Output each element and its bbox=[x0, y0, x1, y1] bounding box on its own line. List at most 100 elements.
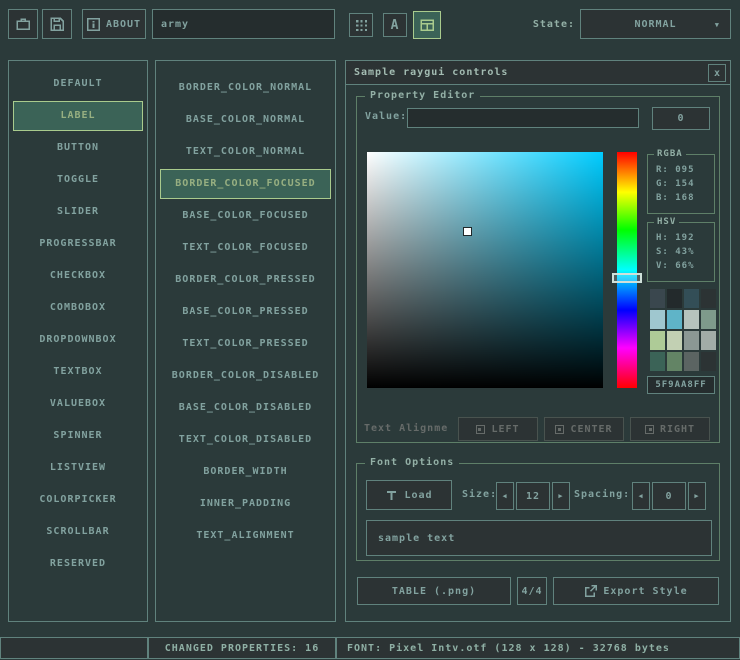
controls-list-item[interactable]: BUTTON bbox=[13, 133, 143, 163]
hex-value-box[interactable]: 5F9AA8FF bbox=[647, 376, 715, 394]
controls-list-item[interactable]: DEFAULT bbox=[13, 69, 143, 99]
properties-list-item[interactable]: TEXT_COLOR_DISABLED bbox=[160, 425, 331, 455]
text-alignment-label: Text Alignme bbox=[364, 423, 448, 434]
palette-swatch[interactable] bbox=[701, 310, 716, 329]
sample-controls-window: Sample raygui controls x Property Editor… bbox=[345, 60, 731, 622]
hex-value-text: 5F9AA8FF bbox=[655, 380, 706, 390]
arrow-left-icon: ◀ bbox=[502, 493, 507, 500]
palette-swatch[interactable] bbox=[667, 310, 682, 329]
properties-list-item[interactable]: BASE_COLOR_NORMAL bbox=[160, 105, 331, 135]
controls-list-item[interactable]: TOGGLE bbox=[13, 165, 143, 195]
align-center-icon bbox=[555, 425, 564, 434]
icons-grid-button[interactable] bbox=[349, 13, 373, 37]
sample-text-box[interactable]: sample text bbox=[366, 520, 712, 556]
palette-swatch[interactable] bbox=[701, 352, 716, 371]
rguistyler-app: { "toolbar": { "about_label": "ABOUT", "… bbox=[0, 0, 740, 660]
controls-list-item[interactable]: DROPDOWNBOX bbox=[13, 325, 143, 355]
spacing-increment-button[interactable]: ▶ bbox=[688, 482, 706, 510]
state-dropdown[interactable]: NORMAL ▼ bbox=[580, 9, 731, 39]
properties-list-item[interactable]: TEXT_COLOR_PRESSED bbox=[160, 329, 331, 359]
hue-cursor[interactable] bbox=[612, 273, 642, 283]
state-label: State: bbox=[505, 19, 575, 30]
controls-list-item[interactable]: TEXTBOX bbox=[13, 357, 143, 387]
font-info-text: FONT: Pixel Intv.otf (128 x 128) - 32768… bbox=[347, 643, 670, 654]
controls-list-item[interactable]: COLORPICKER bbox=[13, 485, 143, 515]
controls-list-item[interactable]: LISTVIEW bbox=[13, 453, 143, 483]
controls-list-item[interactable]: CHECKBOX bbox=[13, 261, 143, 291]
palette-swatch[interactable] bbox=[701, 289, 716, 308]
window-titlebar[interactable]: Sample raygui controls bbox=[346, 61, 730, 85]
about-button-label: ABOUT bbox=[106, 19, 141, 30]
properties-list-item[interactable]: INNER_PADDING bbox=[160, 489, 331, 519]
hue-slider[interactable] bbox=[617, 152, 637, 388]
value-box[interactable]: 0 bbox=[652, 107, 710, 130]
palette-swatch[interactable] bbox=[684, 352, 699, 371]
controls-list-item[interactable]: SPINNER bbox=[13, 421, 143, 451]
export-icon bbox=[584, 585, 597, 598]
properties-list-item[interactable]: BASE_COLOR_FOCUSED bbox=[160, 201, 331, 231]
properties-list-item[interactable]: BORDER_COLOR_PRESSED bbox=[160, 265, 331, 295]
sv-cursor[interactable] bbox=[463, 227, 472, 236]
rgba-r-value: R: 095 bbox=[648, 163, 714, 177]
palette-swatch[interactable] bbox=[684, 289, 699, 308]
palette-swatch[interactable] bbox=[667, 331, 682, 350]
rgba-title: RGBA bbox=[654, 149, 686, 159]
controls-list-item[interactable]: SCROLLBAR bbox=[13, 517, 143, 547]
palette-swatch[interactable] bbox=[650, 310, 665, 329]
properties-list-item[interactable]: BASE_COLOR_PRESSED bbox=[160, 297, 331, 327]
align-left-button[interactable]: LEFT bbox=[458, 417, 538, 441]
properties-list-item[interactable]: BORDER_COLOR_DISABLED bbox=[160, 361, 331, 391]
chevron-down-icon: ▼ bbox=[715, 21, 720, 29]
properties-list-item[interactable]: TEXT_ALIGNMENT bbox=[160, 521, 331, 551]
controls-list-item[interactable]: PROGRESSBAR bbox=[13, 229, 143, 259]
export-style-button[interactable]: Export Style bbox=[553, 577, 719, 605]
properties-list-item[interactable]: BORDER_WIDTH bbox=[160, 457, 331, 487]
palette-swatch[interactable] bbox=[650, 331, 665, 350]
spacing-value-box[interactable]: 0 bbox=[652, 482, 686, 510]
properties-list-item[interactable]: TEXT_COLOR_FOCUSED bbox=[160, 233, 331, 263]
palette-swatch[interactable] bbox=[684, 331, 699, 350]
font-button[interactable]: A bbox=[383, 13, 407, 37]
align-center-button[interactable]: CENTER bbox=[544, 417, 624, 441]
rgba-group: RGBA R: 095 G: 154 B: 168 bbox=[647, 154, 715, 214]
sv-picker[interactable] bbox=[367, 152, 603, 388]
style-table-button[interactable] bbox=[413, 11, 441, 39]
size-increment-button[interactable]: ▶ bbox=[552, 482, 570, 510]
table-format-button[interactable]: TABLE (.png) bbox=[357, 577, 511, 605]
size-value-box[interactable]: 12 bbox=[516, 482, 550, 510]
changed-properties-status: CHANGED PROPERTIES: 16 bbox=[148, 637, 336, 659]
controls-list-item[interactable]: SLIDER bbox=[13, 197, 143, 227]
save-style-button[interactable] bbox=[42, 9, 72, 39]
controls-list-item[interactable]: COMBOBOX bbox=[13, 293, 143, 323]
style-name-input[interactable] bbox=[152, 9, 335, 39]
palette-swatch[interactable] bbox=[650, 352, 665, 371]
palette-swatch[interactable] bbox=[650, 289, 665, 308]
align-right-button[interactable]: RIGHT bbox=[630, 417, 710, 441]
controls-list-item[interactable]: VALUEBOX bbox=[13, 389, 143, 419]
controls-list-item[interactable]: RESERVED bbox=[13, 549, 143, 579]
pages-indicator[interactable]: 4/4 bbox=[517, 577, 547, 605]
close-button[interactable]: x bbox=[708, 64, 726, 82]
load-font-button[interactable]: Load bbox=[366, 480, 452, 510]
spacing-decrement-button[interactable]: ◀ bbox=[632, 482, 650, 510]
properties-list-item[interactable]: BORDER_COLOR_FOCUSED bbox=[160, 169, 331, 199]
palette-swatch[interactable] bbox=[701, 331, 716, 350]
controls-list-item[interactable]: LABEL bbox=[13, 101, 143, 131]
about-button[interactable]: ABOUT bbox=[82, 9, 146, 39]
properties-list-item[interactable]: BASE_COLOR_DISABLED bbox=[160, 393, 331, 423]
table-format-label: TABLE (.png) bbox=[392, 586, 476, 597]
palette-swatch[interactable] bbox=[667, 289, 682, 308]
rgba-g-value: G: 154 bbox=[648, 177, 714, 191]
floppy-icon bbox=[49, 16, 65, 32]
properties-list: BORDER_COLOR_NORMALBASE_COLOR_NORMALTEXT… bbox=[155, 60, 336, 622]
value-input[interactable] bbox=[407, 108, 639, 128]
size-decrement-button[interactable]: ◀ bbox=[496, 482, 514, 510]
palette-swatch[interactable] bbox=[667, 352, 682, 371]
property-editor-title: Property Editor bbox=[365, 90, 480, 101]
properties-list-item[interactable]: TEXT_COLOR_NORMAL bbox=[160, 137, 331, 167]
arrow-right-icon: ▶ bbox=[558, 493, 563, 500]
palette-swatch[interactable] bbox=[684, 310, 699, 329]
value-label: Value: bbox=[365, 111, 407, 122]
properties-list-item[interactable]: BORDER_COLOR_NORMAL bbox=[160, 73, 331, 103]
load-style-button[interactable] bbox=[8, 9, 38, 39]
